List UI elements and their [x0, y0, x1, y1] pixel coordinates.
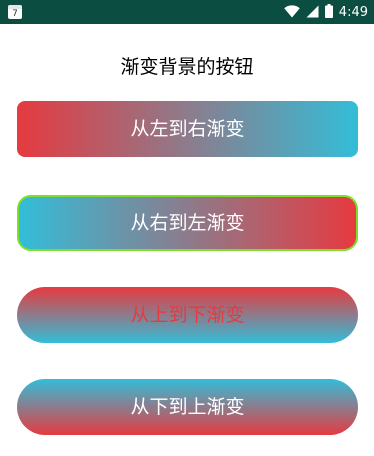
page-title: 渐变背景的按钮: [120, 56, 254, 78]
cell-signal-icon: [306, 3, 319, 22]
gradient-left-to-right-button[interactable]: 从左到右渐变: [17, 101, 358, 157]
status-time: 4:49: [338, 4, 368, 20]
status-bar: 7 4:49: [0, 0, 374, 24]
notification-area: 7: [8, 5, 22, 19]
battery-icon: [324, 3, 333, 22]
calendar-icon: 7: [8, 5, 22, 19]
calendar-day: 7: [12, 9, 18, 19]
gradient-bottom-to-top-button[interactable]: 从下到上渐变: [17, 379, 358, 435]
wifi-icon: [283, 3, 300, 22]
gradient-right-to-left-button[interactable]: 从右到左渐变: [17, 195, 358, 251]
status-icons: 4:49: [283, 0, 368, 24]
gradient-top-to-bottom-button[interactable]: 从上到下渐变: [17, 287, 358, 343]
